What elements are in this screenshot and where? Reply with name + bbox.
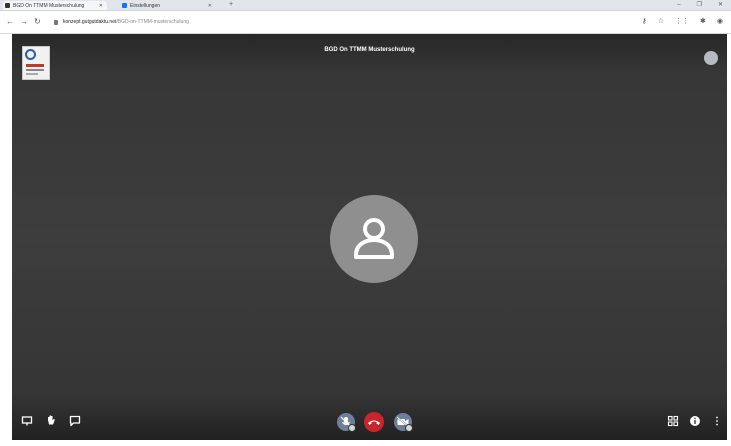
info-button[interactable]	[689, 415, 701, 427]
reload-icon[interactable]: ↻	[34, 16, 41, 28]
url-field[interactable]: konzept.gutgutdaktu.net /BGD-on-TTMM-mus…	[54, 16, 614, 28]
puzzle-icon[interactable]: ✱	[700, 16, 706, 28]
chat-icon	[69, 415, 81, 427]
new-tab-button[interactable]: +	[229, 0, 233, 10]
participant-avatar-small[interactable]	[704, 51, 718, 65]
browser-tab-bar: BGD On TTMM Musterschulung ✕ Einstellung…	[0, 0, 731, 11]
tab-label: Einstellungen	[130, 2, 161, 9]
close-tab-icon[interactable]: ✕	[99, 3, 103, 9]
tile-view-button[interactable]	[667, 415, 679, 427]
tab-label: BGD On TTMM Musterschulung	[13, 2, 85, 9]
tab-favicon-icon	[5, 3, 10, 8]
hangup-icon	[368, 420, 380, 425]
browser-tools: ⚷ ☆ ⋮⋮ ✱ ◉	[642, 16, 723, 28]
screen-share-icon	[21, 416, 33, 426]
camera-settings-badge[interactable]	[405, 424, 413, 432]
lock-icon	[54, 19, 58, 25]
url-path: /BGD-on-TTMM-musterschulung	[116, 19, 189, 25]
browser-tab-settings[interactable]: Einstellungen ✕	[120, 1, 216, 10]
raise-hand-icon	[48, 415, 55, 425]
minimize-icon[interactable]: –	[677, 0, 680, 10]
key-icon[interactable]: ⚷	[642, 16, 647, 28]
browser-tab-meeting[interactable]: BGD On TTMM Musterschulung ✕	[3, 1, 107, 10]
microphone-settings-badge[interactable]	[348, 424, 356, 432]
more-options-button[interactable]	[713, 415, 721, 427]
more-options-icon	[716, 416, 718, 426]
camera-button[interactable]	[394, 413, 413, 432]
raise-hand-button[interactable]	[45, 414, 57, 427]
hangup-button[interactable]	[364, 412, 384, 432]
meeting-title: BGD On TTMM Musterschulung	[324, 47, 415, 53]
extensions-icon[interactable]: ⋮⋮	[675, 16, 689, 28]
close-tab-icon[interactable]: ✕	[208, 3, 212, 9]
back-icon[interactable]: ←	[6, 16, 14, 28]
forward-icon[interactable]: →	[20, 16, 28, 28]
restore-icon[interactable]: ❐	[697, 0, 702, 10]
tile-view-icon	[667, 415, 679, 427]
star-icon[interactable]: ☆	[658, 16, 664, 28]
window-controls: – ❐ ✕	[677, 0, 723, 10]
url-host: konzept.gutgutdaktu.net	[63, 19, 117, 25]
meeting-stage: BGD On TTMM Musterschulung	[12, 34, 727, 440]
browser-address-bar: ← → ↻ konzept.gutgutdaktu.net /BGD-on-TT…	[0, 11, 731, 34]
microphone-button[interactable]	[337, 413, 356, 432]
screen-share-button[interactable]	[21, 415, 33, 427]
chat-button[interactable]	[69, 415, 81, 427]
close-window-icon[interactable]: ✕	[718, 0, 723, 10]
top-gradient	[12, 34, 727, 74]
info-icon	[690, 416, 700, 426]
user-avatar-icon	[330, 195, 418, 283]
account-icon[interactable]: ◉	[717, 16, 723, 28]
tab-favicon-icon	[122, 3, 127, 8]
